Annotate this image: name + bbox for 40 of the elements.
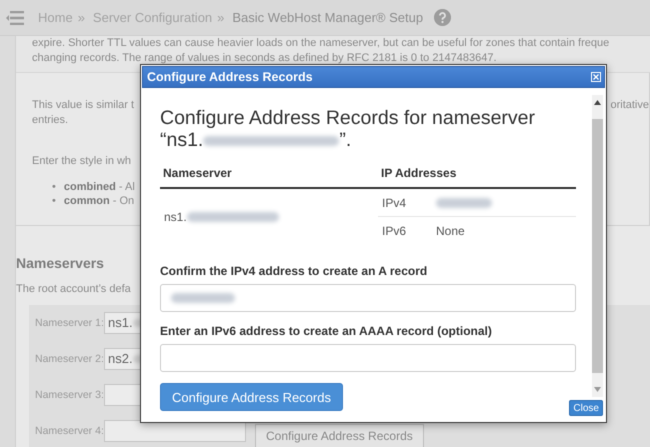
section-heading: Nameservers xyxy=(16,254,104,272)
ipv4-field[interactable] xyxy=(160,284,576,312)
breadcrumb-separator: » xyxy=(217,10,224,25)
configure-records-button[interactable]: Configure Address Records xyxy=(160,383,343,411)
bullet-marker: • xyxy=(52,180,56,194)
field-label: Nameserver 2: xyxy=(35,352,104,366)
address-value: None xyxy=(436,224,465,238)
configure-records-button[interactable]: Configure Address Records xyxy=(255,424,424,447)
paragraph-text: entries. xyxy=(32,113,68,128)
field-label: Confirm the IPv4 address to create an A record xyxy=(160,264,428,278)
paragraph-text: Enter the style in wh xyxy=(32,154,132,169)
paragraph-text: expire. Shorter TTL values can cause heavier loads on the nameserver, but can be useful for zones that contain freque xyxy=(32,36,610,51)
paragraph-text: The root account’s defa xyxy=(16,282,131,297)
paragraph-text: oritative xyxy=(610,98,649,113)
address-type: IPv4 xyxy=(382,196,408,210)
style-option: combined - Al xyxy=(64,180,135,194)
field-label: Nameserver 4: xyxy=(35,424,104,438)
scroll-down-icon[interactable] xyxy=(594,387,601,392)
ipv6-field[interactable] xyxy=(160,344,576,372)
breadcrumb-separator: » xyxy=(78,10,85,25)
close-button[interactable]: Close xyxy=(569,400,603,416)
nameserver-field[interactable] xyxy=(104,420,246,442)
close-icon[interactable] xyxy=(591,72,601,82)
scroll-up-icon[interactable] xyxy=(594,100,601,105)
column-header: Nameserver xyxy=(160,164,378,188)
column-header: IP Addresses xyxy=(378,164,576,188)
menu-icon[interactable] xyxy=(6,10,24,24)
help-icon[interactable] xyxy=(434,9,452,26)
dialog-title: Configure Address Records xyxy=(147,70,313,84)
address-type: IPv6 xyxy=(382,224,408,238)
style-option: common - On xyxy=(64,194,134,208)
field-label: Nameserver 3: xyxy=(35,388,104,402)
field-label: Nameserver 1: xyxy=(35,316,104,330)
bullet-marker: • xyxy=(52,194,56,208)
paragraph-text: This value is similar t xyxy=(32,98,134,113)
scrollbar[interactable] xyxy=(592,95,603,397)
dialog-heading: Configure Address Records for nameserver “ns1. ”. xyxy=(160,107,536,151)
breadcrumb-link[interactable]: Basic WebHost Manager® Setup xyxy=(232,10,424,25)
field-label: Enter an IPv6 address to create an AAAA record (optional) xyxy=(160,324,493,338)
paragraph-text: changing records. The range of values in seconds as defined by RFC 2181 is 0 to 2147483647. xyxy=(32,51,497,66)
